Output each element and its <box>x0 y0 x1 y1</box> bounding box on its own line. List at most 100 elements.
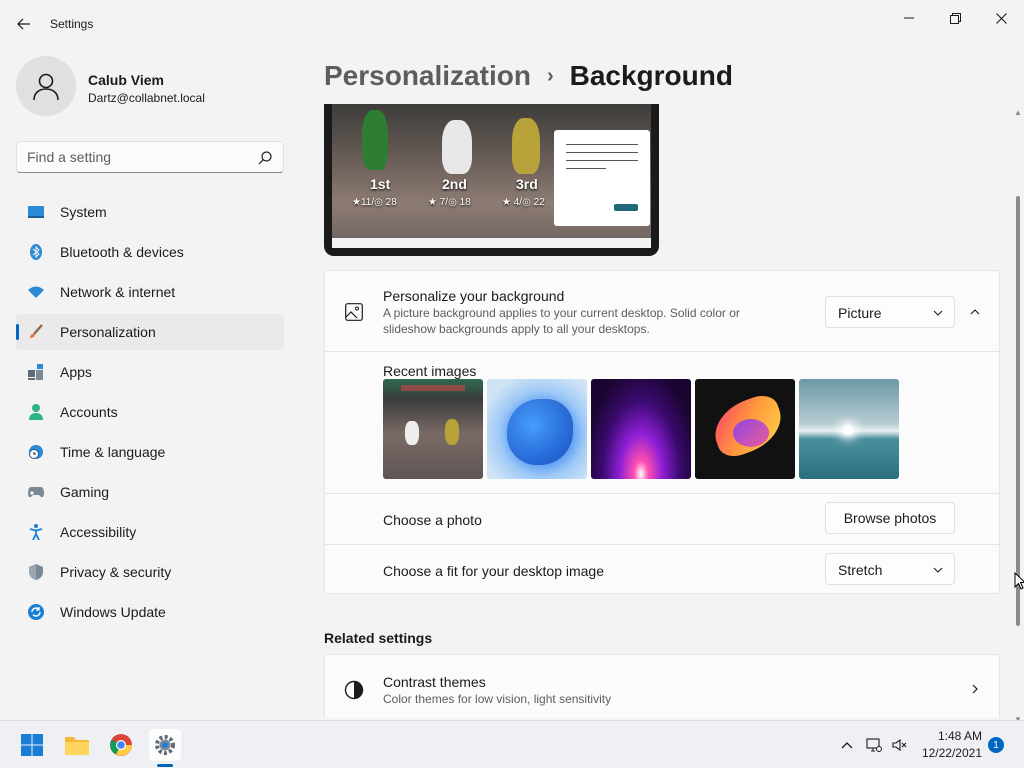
sidebar-item-gaming[interactable]: Gaming <box>16 474 284 510</box>
system-icon <box>28 204 44 220</box>
background-settings-card: Personalize your background A picture ba… <box>324 270 1000 594</box>
user-profile[interactable]: Calub Viem Dartz@collabnet.local <box>16 56 286 120</box>
restore-button[interactable] <box>932 4 978 32</box>
sidebar-item-label: Privacy & security <box>60 564 172 580</box>
chevron-up-icon <box>841 742 853 749</box>
gamepad-icon <box>28 484 44 500</box>
scrollbar[interactable]: ▲ ▼ <box>1013 108 1023 724</box>
shield-icon <box>28 564 44 580</box>
show-hidden-icons-button[interactable] <box>839 737 855 753</box>
recent-images-label: Recent images <box>383 363 477 379</box>
breadcrumb-parent[interactable]: Personalization <box>324 60 531 92</box>
breadcrumb: Personalization › Background <box>324 58 733 94</box>
sidebar-item-label: Personalization <box>60 324 156 340</box>
sidebar-item-label: System <box>60 204 107 220</box>
recent-image-thumbnail[interactable] <box>695 379 795 479</box>
breadcrumb-separator: › <box>546 64 554 87</box>
sidebar-item-network[interactable]: Network & internet <box>16 274 284 310</box>
stats-label: ★11/◎ 28 <box>352 197 397 208</box>
sidebar-item-time-language[interactable]: Time & language <box>16 434 284 470</box>
sidebar-item-accessibility[interactable]: Accessibility <box>16 514 284 550</box>
volume-muted-icon <box>892 738 907 752</box>
search-input[interactable] <box>27 149 247 165</box>
person-avatar-icon <box>33 73 59 101</box>
image-icon <box>345 303 363 321</box>
window-title: Settings <box>50 17 94 31</box>
browse-photos-button[interactable]: Browse photos <box>825 502 955 534</box>
windows-logo-icon <box>21 734 43 756</box>
fit-label: Choose a fit for your desktop image <box>383 563 605 579</box>
character-figure <box>362 110 388 170</box>
place-label: 2nd <box>442 176 467 192</box>
choose-photo-label: Choose a photo <box>383 512 482 528</box>
close-button[interactable] <box>978 4 1024 32</box>
network-monitor-icon <box>866 738 882 752</box>
update-icon <box>28 604 44 620</box>
scrollbar-thumb[interactable] <box>1016 196 1020 626</box>
recent-image-thumbnail[interactable] <box>591 379 691 479</box>
chevron-right-icon <box>972 684 978 694</box>
user-email: Dartz@collabnet.local <box>88 91 205 105</box>
stats-label: ★ 4/◎ 22 <box>502 197 545 208</box>
scroll-up-arrow-icon[interactable]: ▲ <box>1014 108 1022 117</box>
sidebar-item-windows-update[interactable]: Windows Update <box>16 594 284 630</box>
restore-icon <box>949 12 961 24</box>
chrome-button[interactable] <box>105 729 137 761</box>
settings-app-button[interactable] <box>149 729 181 761</box>
sidebar-item-label: Accounts <box>60 404 118 420</box>
chevron-up-icon <box>970 309 980 315</box>
back-arrow-icon <box>17 18 30 30</box>
gear-icon <box>155 735 175 755</box>
related-settings-heading: Related settings <box>324 630 433 646</box>
sidebar-item-bluetooth[interactable]: Bluetooth & devices <box>16 234 284 270</box>
search-box[interactable] <box>16 141 284 173</box>
background-type-dropdown[interactable]: Picture <box>825 296 955 328</box>
clock-date[interactable]: 12/22/2021 <box>918 746 982 760</box>
sidebar-item-label: Bluetooth & devices <box>60 244 184 260</box>
sidebar-item-label: Apps <box>60 364 92 380</box>
sidebar-item-privacy[interactable]: Privacy & security <box>16 554 284 590</box>
user-name: Calub Viem <box>88 72 164 88</box>
search-icon[interactable] <box>257 150 273 166</box>
contrast-themes-link[interactable]: Contrast themes Color themes for low vis… <box>324 654 1000 718</box>
apps-icon <box>28 364 44 380</box>
paintbrush-icon <box>28 324 44 340</box>
back-button[interactable] <box>10 10 38 38</box>
volume-button[interactable] <box>892 737 908 753</box>
preview-window-mockup <box>554 130 650 226</box>
recent-image-thumbnail[interactable] <box>383 379 483 479</box>
close-icon <box>995 12 1007 24</box>
folder-icon <box>65 737 89 755</box>
stats-label: ★ 7/◎ 18 <box>428 197 471 208</box>
sidebar-item-accounts[interactable]: Accounts <box>16 394 284 430</box>
desktop-preview: 1st 2nd 3rd ★11/◎ 28 ★ 7/◎ 18 ★ 4/◎ 22 <box>324 104 659 256</box>
accessibility-icon <box>28 524 44 540</box>
recent-images-list <box>383 379 899 479</box>
network-status-button[interactable] <box>866 737 882 753</box>
clock-time[interactable]: 1:48 AM <box>928 729 982 743</box>
character-figure <box>512 118 540 174</box>
recent-image-thumbnail[interactable] <box>487 379 587 479</box>
sidebar-item-apps[interactable]: Apps <box>16 354 284 390</box>
person-icon <box>28 404 44 420</box>
mouse-cursor-icon <box>1014 572 1024 590</box>
chevron-down-icon <box>933 567 943 573</box>
contrast-themes-description: Color themes for low vision, light sensi… <box>383 692 612 706</box>
fit-dropdown[interactable]: Stretch <box>825 553 955 585</box>
start-button[interactable] <box>16 729 48 761</box>
collapse-button[interactable] <box>959 296 991 328</box>
sidebar-item-system[interactable]: System <box>16 194 284 230</box>
chevron-down-icon <box>933 310 943 316</box>
minimize-icon <box>904 17 914 19</box>
contrast-themes-title: Contrast themes <box>383 674 486 690</box>
file-explorer-button[interactable] <box>61 729 93 761</box>
clock-globe-icon <box>28 444 44 460</box>
recent-image-thumbnail[interactable] <box>799 379 899 479</box>
sidebar-item-label: Accessibility <box>60 524 137 540</box>
sidebar-item-personalization[interactable]: Personalization <box>16 314 284 350</box>
personalize-background-title: Personalize your background <box>383 288 565 304</box>
minimize-button[interactable] <box>886 4 932 32</box>
sidebar-item-label: Gaming <box>60 484 110 500</box>
notification-badge[interactable]: 1 <box>988 737 1004 753</box>
title-bar: Settings <box>0 0 1024 48</box>
